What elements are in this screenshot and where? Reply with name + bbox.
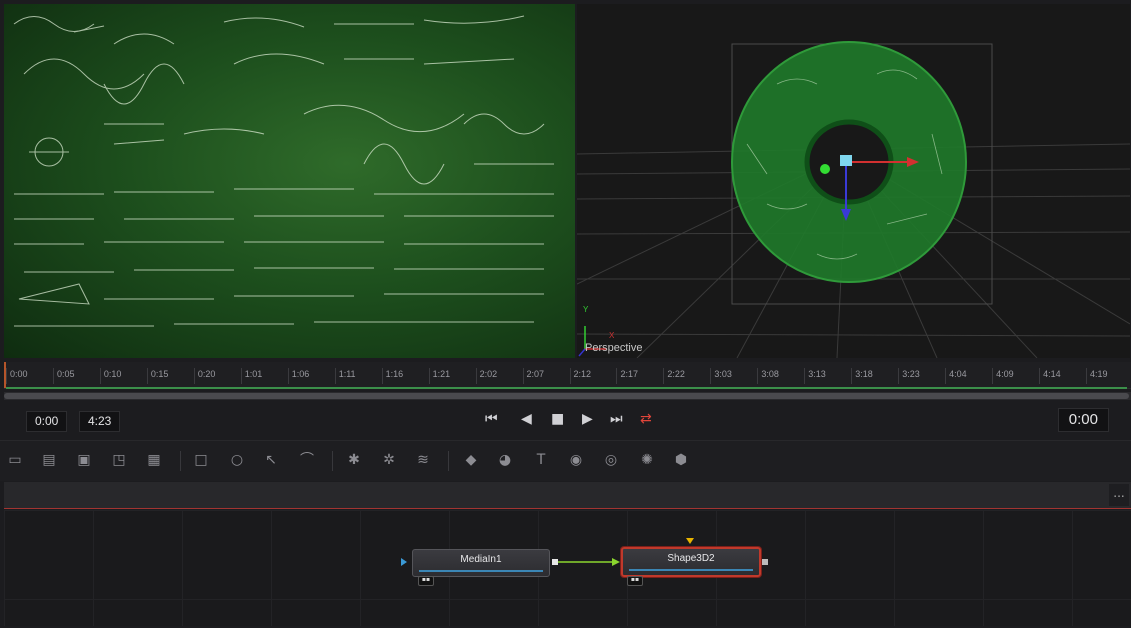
shape3d2-node[interactable]: Shape3D2	[621, 547, 761, 577]
bspline-mask-icon[interactable]: ⌒	[298, 451, 316, 469]
ruler-tick: 3:13	[804, 368, 826, 384]
renderer-3d-icon[interactable]: ⬢	[672, 451, 690, 469]
ruler-tick: 3:23	[898, 368, 920, 384]
mediain-tool-icon[interactable]: ▣	[75, 451, 93, 469]
polygon-mask-icon[interactable]: ↖	[262, 451, 280, 469]
view-mode-label[interactable]: Perspective	[585, 342, 642, 354]
ruler-tick: 4:04	[945, 368, 967, 384]
ruler-tick: 0:20	[193, 368, 215, 384]
ruler-tick: 0:15	[146, 368, 168, 384]
render-range-bar	[6, 387, 1127, 389]
ruler-tick: 1:01	[240, 368, 262, 384]
node-connections	[401, 538, 694, 566]
ruler-tick: 4:09	[992, 368, 1014, 384]
particle-render-icon[interactable]: ✲	[380, 451, 398, 469]
more-options-button[interactable]: ...	[1109, 484, 1129, 506]
ruler-tick: 3:08	[757, 368, 779, 384]
background-tool-icon[interactable]: ▭	[6, 451, 24, 469]
transport-bar: 0:00 4:23 ⏮ ◀ ■ ▶ ⏭ ⇄ 0:00	[4, 404, 1131, 436]
play-forward-button[interactable]: ▶	[582, 411, 593, 427]
ruler-tick: 2:12	[569, 368, 591, 384]
ruler-tick: 0:10	[99, 368, 121, 384]
axis-y-label: Y	[583, 305, 589, 314]
ruler-tick: 4:19	[1086, 368, 1108, 384]
ruler-tick: 2:17	[616, 368, 638, 384]
axis-x-label: X	[609, 331, 615, 340]
ruler-tick: 3:18	[851, 368, 873, 384]
time-ruler[interactable]: 0:00 0:05 0:10 0:15 0:20 1:01 1:06 1:11 1:16 1:21…	[4, 362, 1131, 389]
mediain1-output-port[interactable]	[552, 559, 558, 565]
ruler-tick: 3:03	[710, 368, 732, 384]
ruler-tick: 1:11	[334, 368, 356, 384]
playhead[interactable]	[4, 362, 6, 388]
ellipse-mask-icon[interactable]: ○	[228, 451, 246, 469]
chalkboard-image	[13, 15, 554, 327]
node-editor[interactable]: MediaIn1 ▪▪ Shape3D2 ▪▪	[4, 510, 1131, 626]
ruler-tick: 4:14	[1039, 368, 1061, 384]
global-start-time[interactable]: 0:00	[26, 411, 68, 432]
ruler-tick: 1:21	[428, 368, 450, 384]
particle-style-icon[interactable]: ≋	[414, 451, 432, 469]
global-end-time[interactable]: 4:23	[79, 411, 121, 432]
mediain1-node[interactable]: MediaIn1	[412, 549, 550, 577]
camera-3d-icon[interactable]: ◎	[602, 451, 620, 469]
ruler-tick: 2:07	[522, 368, 544, 384]
stop-button[interactable]: ■	[551, 411, 564, 427]
blur-tool-icon[interactable]: ▦	[145, 451, 163, 469]
scroll-thumb[interactable]	[4, 393, 1129, 399]
fusion-app: Y X Perspective 0:00 0:05 0:10 0:15 0:20 1:01…	[0, 0, 1131, 628]
3d-scene: Y X	[577, 41, 1130, 358]
text-3d-icon[interactable]: T	[532, 451, 550, 469]
skip-to-end-button[interactable]: ⏭	[610, 411, 623, 427]
mediain1-view-toggle[interactable]: ▪▪	[418, 576, 434, 586]
tool-bar: ▭ ▤ ▣ ◳ ▦ □ ○ ↖ ⌒ ✱ ✲ ≋ ◆ ◕ T ◉ ◎ ✺ ⬢	[0, 440, 1131, 481]
spotlight-icon[interactable]: ✺	[638, 451, 656, 469]
current-time[interactable]: 0:00	[1057, 408, 1109, 432]
perspective-viewer[interactable]: Y X Perspective	[577, 4, 1130, 358]
shape-3d-icon[interactable]: ◕	[496, 451, 514, 469]
play-reverse-button[interactable]: ◀	[521, 411, 532, 427]
node-editor-header: ...	[4, 482, 1131, 509]
ruler-tick: 0:00	[6, 368, 28, 384]
shape3d2-node-label: Shape3D2	[667, 553, 715, 564]
ruler-tick: 2:22	[663, 368, 685, 384]
timeline-scrollbar[interactable]	[4, 392, 1131, 400]
ruler-tick: 1:06	[287, 368, 309, 384]
mediain1-node-label: MediaIn1	[460, 554, 502, 565]
shape3d2-view-toggle[interactable]: ▪▪	[627, 576, 643, 586]
shape3d2-output-port[interactable]	[762, 559, 768, 565]
ruler-tick: 1:16	[381, 368, 403, 384]
ruler-tick: 2:02	[475, 368, 497, 384]
skip-to-start-button[interactable]: ⏮	[485, 411, 498, 427]
left-viewer[interactable]	[4, 4, 575, 358]
merge-tool-icon[interactable]: ▤	[40, 451, 58, 469]
ruler-tick: 0:05	[52, 368, 74, 384]
loop-button[interactable]: ⇄	[640, 411, 652, 427]
particle-emitter-icon[interactable]: ✱	[345, 451, 363, 469]
transform-tool-icon[interactable]: ◳	[110, 451, 128, 469]
rectangle-mask-icon[interactable]: □	[192, 451, 210, 469]
image-plane-3d-icon[interactable]: ◆	[462, 451, 480, 469]
merge-3d-icon[interactable]: ◉	[567, 451, 585, 469]
